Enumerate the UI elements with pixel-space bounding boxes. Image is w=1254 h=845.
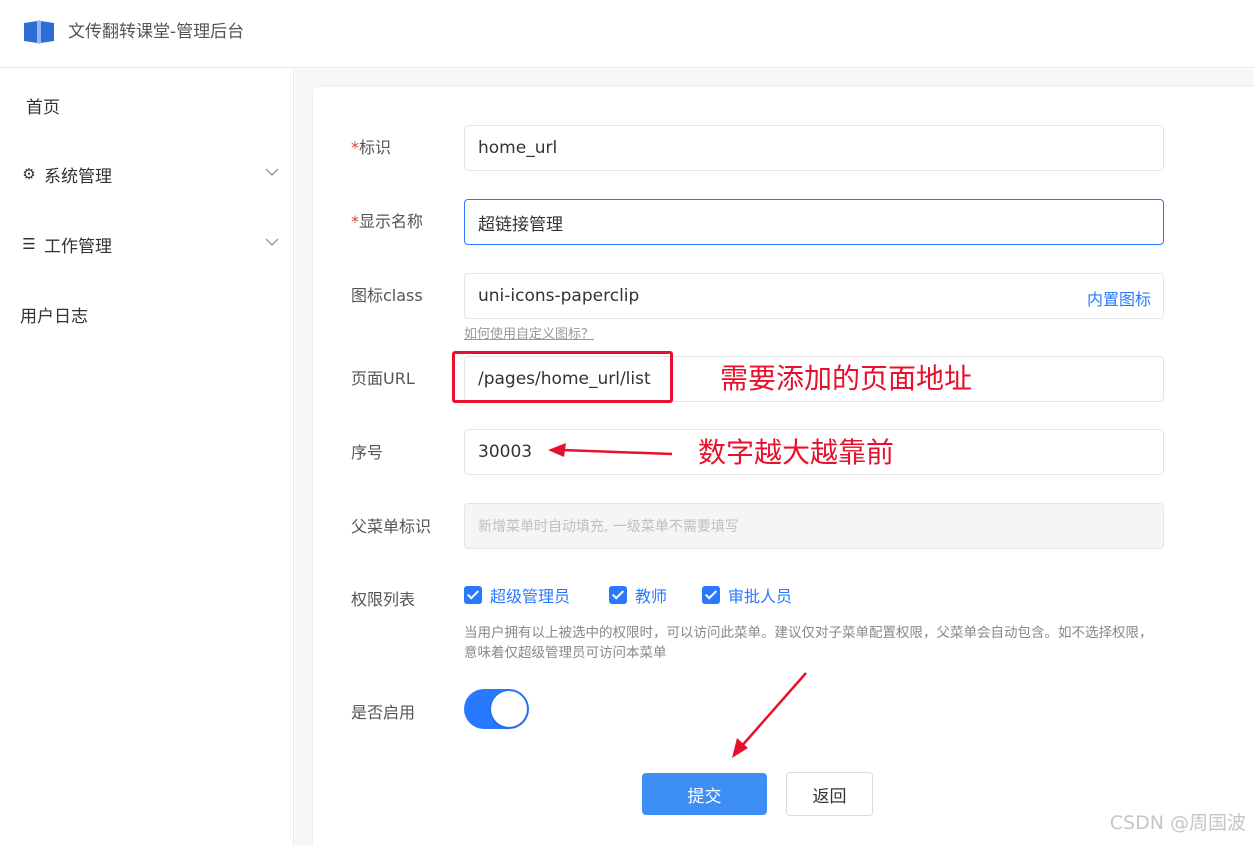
id-input[interactable]: home_url — [464, 125, 1164, 171]
enable-switch[interactable] — [464, 689, 529, 729]
sidebar-item-user-log[interactable]: 用户日志 — [0, 294, 294, 334]
chevron-down-icon — [265, 238, 279, 246]
field-label-sort: 序号 — [351, 443, 384, 462]
annotation-sort-note: 数字越大越靠前 — [698, 436, 895, 469]
sort-input-value: 30003 — [478, 442, 533, 462]
name-input-value: 超链接管理 — [478, 214, 563, 235]
book-icon — [24, 20, 54, 44]
annotation-highlight-box — [452, 351, 673, 403]
checkbox-teacher[interactable]: 教师 — [609, 583, 667, 607]
parent-id-placeholder: 新增菜单时自动填充, 一级菜单不需要填写 — [478, 519, 739, 535]
permissions-hint: 当用户拥有以上被选中的权限时，可以访问此菜单。建议仅对子菜单配置权限，父菜单会自… — [464, 625, 1153, 661]
parent-id-input: 新增菜单时自动填充, 一级菜单不需要填写 — [464, 503, 1164, 549]
field-label-parent: 父菜单标识 — [351, 517, 432, 536]
sidebar-item-label: 系统管理 — [44, 166, 112, 187]
custom-icon-help-link[interactable]: 如何使用自定义图标？ — [464, 323, 594, 342]
gear-icon: ⚙ — [22, 165, 36, 183]
watermark: CSDN @周国波 — [1109, 812, 1246, 834]
annotation-url-note: 需要添加的页面地址 — [720, 362, 973, 395]
checkbox-super-admin[interactable]: 超级管理员 — [464, 583, 570, 607]
sidebar-item-home[interactable]: 首页 — [0, 85, 294, 125]
field-label-id: *标识 — [351, 138, 392, 157]
sidebar-item-label: 工作管理 — [44, 236, 112, 257]
submit-button[interactable]: 提交 — [642, 773, 767, 815]
top-bar: 文传翻转课堂-管理后台 — [0, 0, 1254, 68]
field-label-name: *显示名称 — [351, 212, 424, 231]
chevron-down-icon — [265, 168, 279, 176]
checkbox-checked-icon — [464, 586, 482, 604]
checkbox-checked-icon — [609, 586, 627, 604]
checkbox-approver[interactable]: 审批人员 — [702, 583, 792, 607]
app-title: 文传翻转课堂-管理后台 — [68, 22, 245, 42]
field-label-icon: 图标class — [351, 286, 423, 305]
sidebar-item-work[interactable]: ☰ 工作管理 — [0, 224, 294, 264]
field-label-enable: 是否启用 — [351, 703, 416, 722]
name-input[interactable]: 超链接管理 — [464, 199, 1164, 245]
sidebar-item-label: 用户日志 — [20, 306, 88, 327]
icon-class-input[interactable]: uni-icons-paperclip 内置图标 — [464, 273, 1164, 319]
checkbox-checked-icon — [702, 586, 720, 604]
icon-class-input-value: uni-icons-paperclip — [478, 286, 640, 306]
sidebar-item-label: 首页 — [26, 97, 60, 118]
field-label-permissions: 权限列表 — [351, 590, 416, 609]
field-label-url: 页面URL — [351, 369, 415, 388]
list-icon: ☰ — [22, 235, 36, 253]
back-button[interactable]: 返回 — [786, 772, 873, 816]
id-input-value: home_url — [478, 138, 558, 158]
switch-knob — [491, 691, 527, 727]
sidebar: 首页 ⚙ 系统管理 ☰ 工作管理 用户日志 — [0, 69, 294, 845]
builtin-icons-link[interactable]: 内置图标 — [1087, 286, 1151, 310]
sidebar-item-system[interactable]: ⚙ 系统管理 — [0, 154, 294, 194]
